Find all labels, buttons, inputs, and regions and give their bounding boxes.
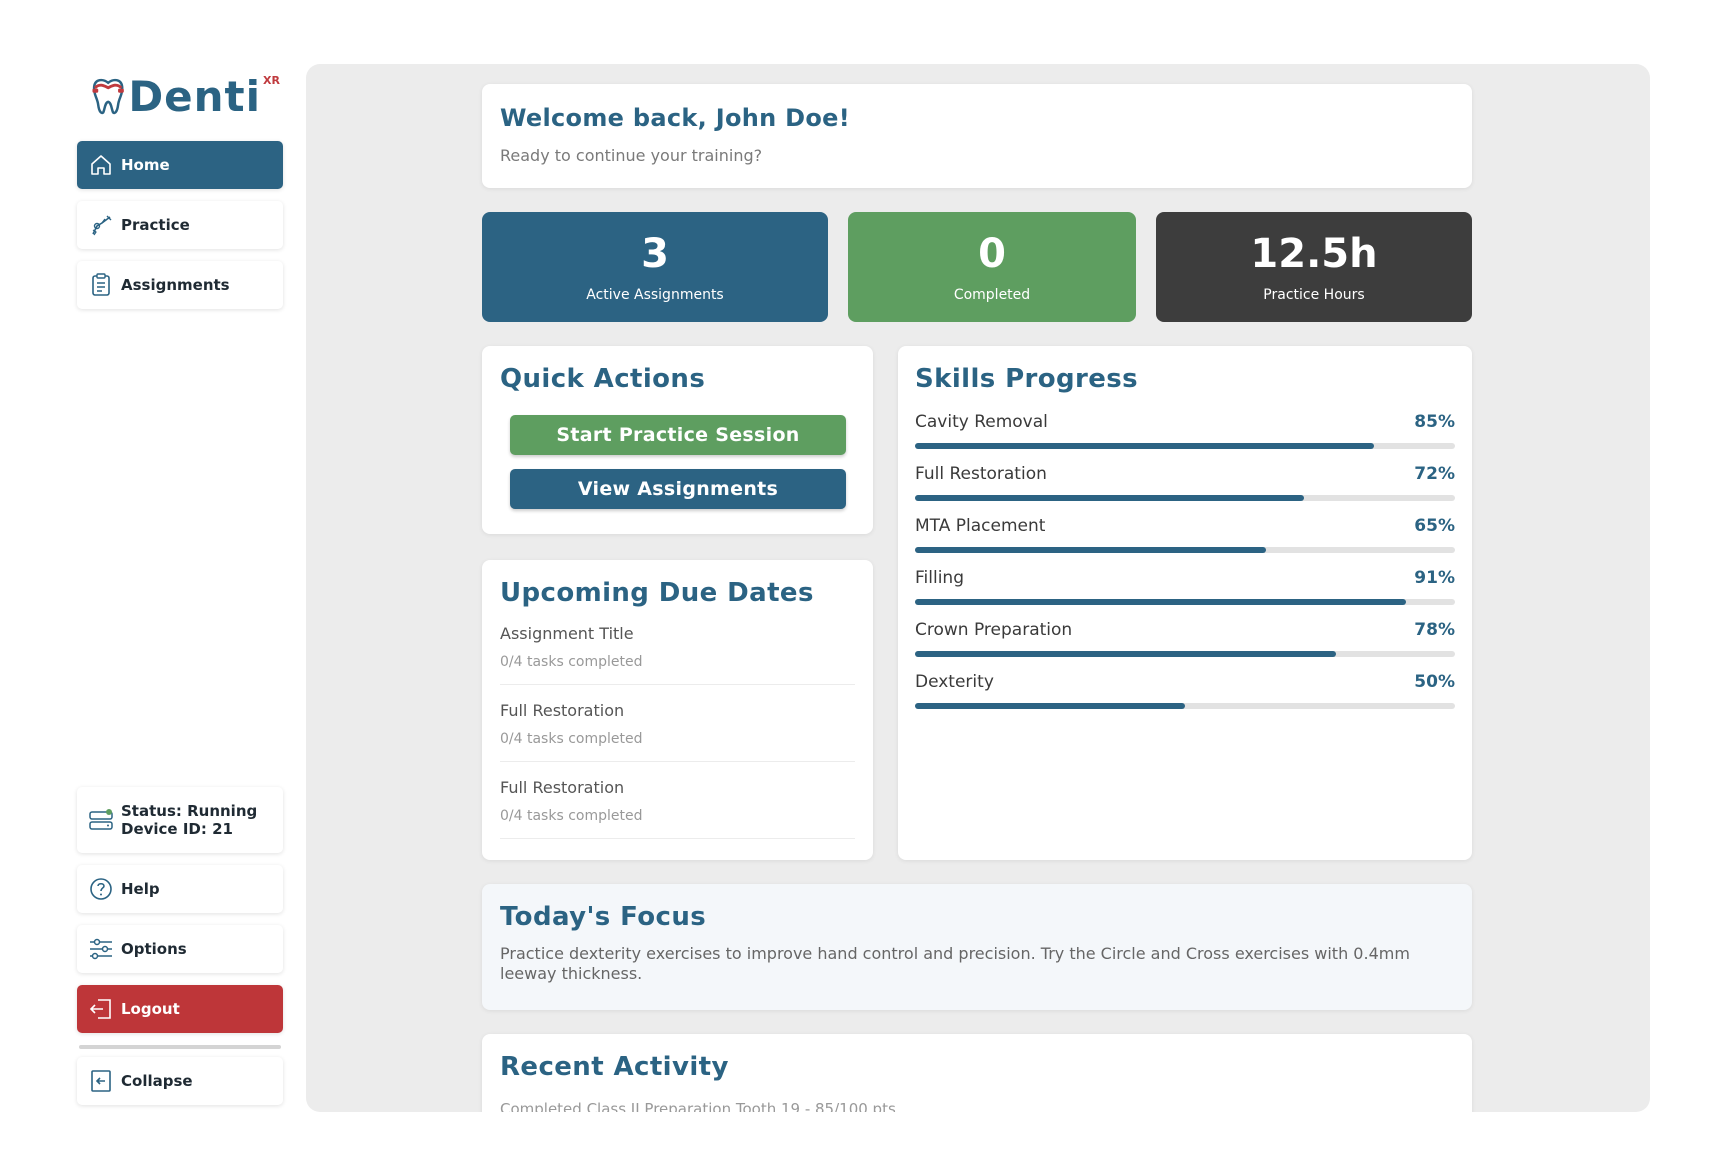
stat-label: Practice Hours [1263,287,1365,303]
recent-title: Recent Activity [500,1052,729,1082]
assignment-title: Full Restoration [500,701,625,720]
assignment-progress: 0/4 tasks completed [500,654,643,670]
skill-progress-fill [915,651,1337,657]
logout-icon [89,997,113,1021]
sidebar-item-label: Collapse [121,1072,193,1090]
welcome-title: Welcome back, John Doe! [500,104,850,132]
sidebar-divider [79,1045,281,1049]
skill-progress-bar [915,495,1455,501]
todays-focus-card: Today's Focus Practice dexterity exercis… [482,884,1472,1010]
assignment-progress: 0/4 tasks completed [500,808,643,824]
skill-percent: 85% [1414,412,1455,432]
skill-percent: 72% [1414,464,1455,484]
main-content: Welcome back, John Doe! Ready to continu… [306,64,1650,1112]
skill-name: Full Restoration [915,464,1047,484]
quick-actions-card: Quick Actions Start Practice Session Vie… [482,346,873,534]
skill-name: MTA Placement [915,516,1046,536]
welcome-card: Welcome back, John Doe! Ready to continu… [482,84,1472,188]
skill-progress-fill [915,703,1185,709]
sidebar-item-options[interactable]: Options [77,925,283,973]
welcome-subtitle: Ready to continue your training? [500,146,763,165]
stat-label: Active Assignments [586,287,724,303]
device-status-icon [89,808,113,832]
collapse-button[interactable]: Collapse [77,1057,283,1105]
sidebar-item-label: Practice [121,216,190,234]
stat-value: 0 [978,231,1006,277]
assignment-progress: 0/4 tasks completed [500,731,643,747]
skill-progress-bar [915,547,1455,553]
stat-value: 12.5h [1250,231,1378,277]
start-practice-button[interactable]: Start Practice Session [510,415,846,455]
sidebar-item-assignments[interactable]: Assignments [77,261,283,309]
sidebar-item-label: Options [121,940,187,958]
brand-logo: Denti XR [90,70,280,122]
sidebar-item-help[interactable]: Help [77,865,283,913]
skill-progress-fill [915,495,1304,501]
brand-name: Denti [128,71,262,121]
skill-item: Full Restoration 72% [915,464,1455,501]
focus-text: Practice dexterity exercises to improve … [500,944,1410,983]
recent-activity-item: Completed Class II Preparation Tooth 19 … [500,1100,896,1112]
stat-label: Completed [953,287,1031,303]
sliders-icon [89,937,113,961]
sidebar-item-label: Home [121,156,170,174]
list-item[interactable]: Full Restoration 0/4 tasks completed [500,762,855,839]
skill-item: Filling 91% [915,568,1455,605]
view-assignments-button[interactable]: View Assignments [510,469,846,509]
recent-activity-card: Recent Activity Completed Class II Prepa… [482,1034,1472,1112]
stat-practice-hours: 12.5h Practice Hours [1156,212,1472,322]
skill-name: Filling [915,568,964,588]
home-icon [89,153,113,177]
device-id-text: Device ID: 21 [121,820,233,838]
due-dates-card: Upcoming Due Dates Assignment Title 0/4 … [482,560,873,860]
skill-progress-bar [915,599,1455,605]
sidebar-item-label: Assignments [121,276,230,294]
stat-active-assignments: 3 Active Assignments [482,212,828,322]
sidebar-item-home[interactable]: Home [77,141,283,189]
skill-name: Cavity Removal [915,412,1048,432]
skill-progress-bar [915,443,1455,449]
tooth-logo-icon [92,78,124,115]
sidebar-item-label: Logout [121,1000,180,1018]
skill-item: MTA Placement 65% [915,516,1455,553]
skill-percent: 65% [1414,516,1455,536]
skill-name: Dexterity [915,672,994,692]
skills-progress-card: Skills Progress Cavity Removal 85% Full R… [898,346,1472,860]
skill-percent: 78% [1414,620,1455,640]
skill-name: Crown Preparation [915,620,1073,640]
clipboard-icon [89,273,113,297]
skill-progress-bar [915,651,1455,657]
skill-percent: 50% [1414,672,1455,692]
stat-value: 3 [641,231,669,277]
skill-item: Cavity Removal 85% [915,412,1455,449]
skill-progress-fill [915,443,1374,449]
skill-progress-bar [915,703,1455,709]
sidebar-item-practice[interactable]: Practice [77,201,283,249]
logout-button[interactable]: Logout [77,985,283,1033]
skills-title: Skills Progress [915,364,1139,394]
skill-percent: 91% [1414,568,1455,588]
sidebar-item-label: Help [121,880,160,898]
skill-item: Dexterity 50% [915,672,1455,709]
collapse-icon [89,1069,113,1093]
focus-title: Today's Focus [500,902,707,932]
status-text: Status: Running [121,802,258,820]
dental-drill-icon [89,213,113,237]
due-dates-title: Upcoming Due Dates [500,578,814,608]
list-item[interactable]: Assignment Title 0/4 tasks completed [500,608,855,685]
device-status: Status: Running Device ID: 21 [77,787,283,853]
list-item[interactable]: Full Restoration 0/4 tasks completed [500,685,855,762]
skill-item: Crown Preparation 78% [915,620,1455,657]
stat-completed: 0 Completed [848,212,1136,322]
assignment-title: Full Restoration [500,778,625,797]
skill-progress-fill [915,547,1266,553]
brand-superscript: XR [263,73,280,87]
skill-progress-fill [915,599,1407,605]
quick-actions-title: Quick Actions [500,364,706,394]
help-icon [89,877,113,901]
assignment-title: Assignment Title [500,624,634,643]
